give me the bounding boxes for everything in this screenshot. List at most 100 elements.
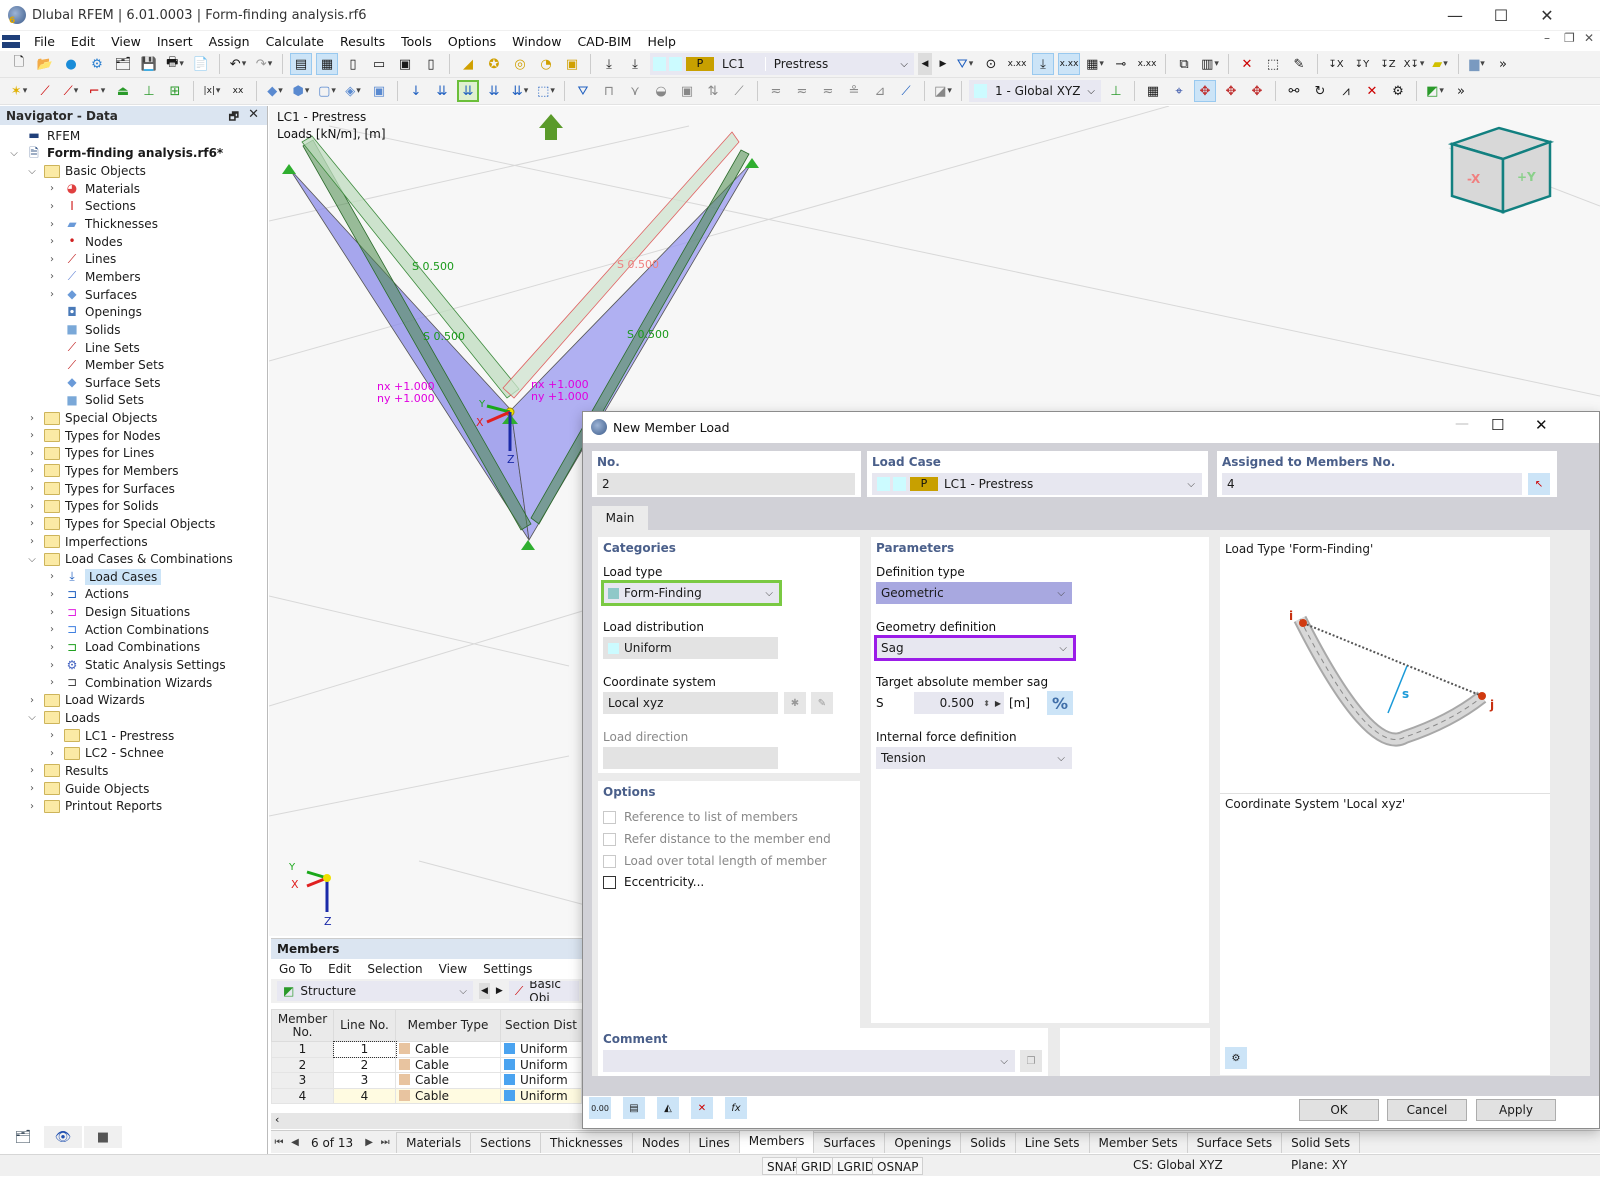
new-support-icon[interactable]: ⏏ [112,80,134,102]
results-display-icon[interactable]: ⊸ [1110,53,1132,75]
menu-calculate[interactable]: Calculate [258,34,332,49]
column-header[interactable]: Section Dist [500,1009,582,1042]
menu-options[interactable]: Options [440,34,504,49]
nav-item-types-for-solids[interactable]: › Types for Solids [0,497,267,515]
member-load-button[interactable]: ⇊ [457,80,479,102]
render-icon[interactable]: ▰ [1429,53,1451,75]
new-solid-set-icon[interactable]: ▣ [368,80,390,102]
member-type-cell[interactable]: Cable [395,1056,501,1073]
chevron-right-icon[interactable]: › [46,289,58,300]
column-header[interactable]: Member Type [395,1009,501,1042]
chevron-right-icon[interactable]: › [46,254,58,265]
section-distribution-cell[interactable]: Uniform [500,1056,582,1073]
info-icon[interactable]: ▤ [623,1097,645,1119]
chevron-right-icon[interactable]: › [46,589,58,600]
work-plane-yz-icon[interactable]: ✥ [1220,80,1242,102]
line-tool-icon[interactable]: ⟋ [728,80,750,102]
chevron-right-icon[interactable]: › [46,748,58,759]
menu-cad-bim[interactable]: CAD-BIM [569,34,639,49]
new-member-icon[interactable]: ⟋ [60,80,82,102]
tables-toggle-icon[interactable]: ▦ [316,53,338,75]
chevron-down-icon[interactable]: ⌵ [26,166,38,177]
mdi-close-button[interactable]: ✕ [1584,31,1594,45]
new-opening-icon[interactable]: ▢ [316,80,338,102]
surface-select-icon[interactable]: ◢ [457,53,479,75]
minimize-button[interactable]: — [1432,0,1478,31]
nav-item-solids[interactable]: ■ Solids [0,321,267,339]
number-field[interactable]: 2 [597,473,855,495]
assigned-members-field[interactable]: 4 [1222,473,1522,495]
nav-item-basic-objects[interactable]: ⌵ Basic Objects [0,162,267,180]
nav-item-special-objects[interactable]: › Special Objects [0,409,267,427]
sheet-tab-members[interactable]: Members [738,1130,815,1153]
sheet-tab-materials[interactable]: Materials [396,1132,472,1153]
load-values-icon[interactable]: x.xx [1006,53,1028,75]
view-minus-y-icon[interactable]: ↧Y [1351,53,1373,75]
menu-selection[interactable]: Selection [367,962,422,976]
snap-point-icon[interactable]: ⌖ [1168,80,1190,102]
cs-axes-icon[interactable]: ⊥ [1105,80,1127,102]
nav-item-load-cases[interactable]: › ⤓ Load Cases [0,568,267,586]
filter-icon[interactable]: ⛛ [572,80,594,102]
expand-arrow-icon[interactable]: ▶ [995,699,1001,708]
surface-loads-icon[interactable]: ▦ [1084,53,1106,75]
sheet-tab-solids[interactable]: Solids [960,1132,1016,1153]
load-arrows-icon[interactable]: ⇅ [702,80,724,102]
member-no-cell[interactable]: 4 [271,1087,334,1104]
menu-window[interactable]: Window [504,34,569,49]
move-icon[interactable]: ⚯ [1283,80,1305,102]
coordinate-system-field[interactable]: Local xyz [603,692,778,714]
section-2-icon[interactable]: ≂ [791,80,813,102]
view-x-icon[interactable]: ↧X [1325,53,1347,75]
horizontal-scrollbar[interactable]: ‹ [271,1113,583,1129]
section-4-icon[interactable]: ≗ [843,80,865,102]
table-row[interactable]: 3 3 Cable Uniform [271,1072,582,1089]
previous-page-button[interactable]: ◀ [287,1133,303,1153]
chevron-right-icon[interactable]: › [26,430,38,441]
nav-item-imperfections[interactable]: › Imperfections [0,533,267,551]
menu-help[interactable]: Help [639,34,684,49]
panel-icon[interactable]: ▯ [420,53,442,75]
new-load-case-icon[interactable]: ⤓ [598,53,620,75]
view-cube-minus-x[interactable]: -X [1467,172,1480,186]
nav-item-types-for-lines[interactable]: › Types for Lines [0,445,267,463]
cable-icon[interactable]: ⋎ [624,80,646,102]
delete-cross-icon[interactable]: ✕ [1361,80,1383,102]
print-icon[interactable]: 🖶 [164,53,186,75]
float-panel-icon[interactable]: 🗗 [229,108,239,127]
new-surface-set-icon[interactable]: ◈ [342,80,364,102]
nav-item-form-finding-analysis-rf6[interactable]: ⌵ 🗎 Form-finding analysis.rf6* [0,145,267,163]
menu-go-to[interactable]: Go To [279,962,312,976]
next-button[interactable]: ▶ [496,986,503,996]
navigator-toggle-icon[interactable]: ▤ [290,53,312,75]
previous-load-case-button[interactable]: ◀ [918,53,932,75]
report-icon[interactable]: 📄 [190,53,212,75]
menu-insert[interactable]: Insert [149,34,201,49]
dialog-minimize-button[interactable]: — [1455,416,1469,432]
osnap-toggle[interactable]: OSNAP [872,1157,924,1175]
sheet-tab-member-sets[interactable]: Member Sets [1088,1132,1188,1153]
chevron-down-icon[interactable]: ⌵ [26,712,38,723]
table-row[interactable]: 2 2 Cable Uniform [271,1056,582,1073]
view-icon[interactable]: ◭ [657,1097,679,1119]
lasso-icon[interactable]: ◔ [535,53,557,75]
maximize-button[interactable]: ☐ [1478,0,1524,31]
dialog-close-button[interactable]: ✕ [1535,416,1548,434]
overflow-icon[interactable]: » [1492,53,1514,75]
nav-item-combination-wizards[interactable]: › ⊐ Combination Wizards [0,674,267,692]
nav-item-thicknesses[interactable]: › ▰ Thicknesses [0,215,267,233]
sag-value-input[interactable]: 0.500 ⬍ ▶ [914,692,1004,714]
section-distribution-cell[interactable]: Uniform [500,1087,582,1104]
chevron-right-icon[interactable]: › [46,219,58,230]
refer-distance-checkbox[interactable]: Refer distance to the member end [603,832,831,846]
preview-options-icon[interactable]: ⚙ [1225,1047,1247,1069]
chevron-right-icon[interactable]: › [26,501,38,512]
chevron-right-icon[interactable]: › [26,448,38,459]
nav-item-materials[interactable]: › ◕ Materials [0,180,267,198]
chevron-right-icon[interactable]: › [26,695,38,706]
render-mode-icon[interactable]: ◪ [932,80,954,102]
nav-item-lc1-prestress[interactable]: › LC1 - Prestress [0,727,267,745]
sheet-tab-thicknesses[interactable]: Thicknesses [539,1132,633,1153]
zoom-reset-icon[interactable]: ✕ [1236,53,1258,75]
dimension-icon[interactable]: |x| [201,80,223,102]
